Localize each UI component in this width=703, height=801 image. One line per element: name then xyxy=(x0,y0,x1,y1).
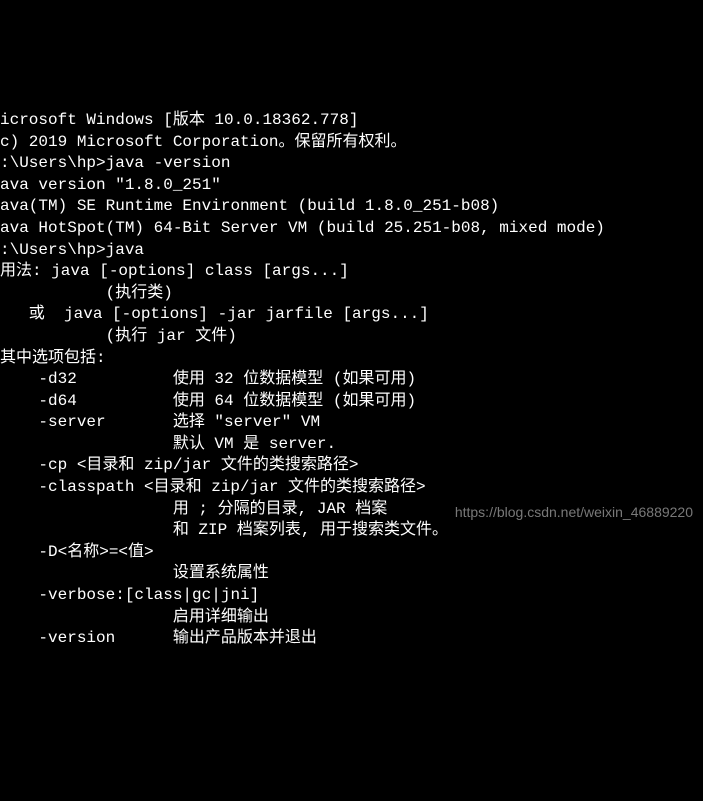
watermark-text: https://blog.csdn.net/weixin_46889220 xyxy=(455,503,693,522)
terminal-line: 或 java [-options] -jar jarfile [args...] xyxy=(0,304,703,326)
terminal-line: -classpath <目录和 zip/jar 文件的类搜索路径> xyxy=(0,477,703,499)
terminal-line: -cp <目录和 zip/jar 文件的类搜索路径> xyxy=(0,455,703,477)
terminal-line: ava version "1.8.0_251" xyxy=(0,175,703,197)
terminal-line: :\Users\hp>java xyxy=(0,240,703,262)
terminal-line: -server 选择 "server" VM xyxy=(0,412,703,434)
terminal-line: 设置系统属性 xyxy=(0,563,703,585)
terminal-line: 默认 VM 是 server. xyxy=(0,434,703,456)
terminal-line: ava(TM) SE Runtime Environment (build 1.… xyxy=(0,196,703,218)
terminal-line: 和 ZIP 档案列表, 用于搜索类文件。 xyxy=(0,520,703,542)
terminal-line: -verbose:[class|gc|jni] xyxy=(0,585,703,607)
terminal-line: -version 输出产品版本并退出 xyxy=(0,628,703,650)
terminal-output[interactable]: icrosoft Windows [版本 10.0.18362.778]c) 2… xyxy=(0,86,703,649)
terminal-line: 启用详细输出 xyxy=(0,607,703,629)
terminal-line: -D<名称>=<值> xyxy=(0,542,703,564)
terminal-line: -d64 使用 64 位数据模型 (如果可用) xyxy=(0,391,703,413)
terminal-line: :\Users\hp>java -version xyxy=(0,153,703,175)
terminal-line: (执行 jar 文件) xyxy=(0,326,703,348)
terminal-line: (执行类) xyxy=(0,283,703,305)
terminal-line: -d32 使用 32 位数据模型 (如果可用) xyxy=(0,369,703,391)
terminal-line: icrosoft Windows [版本 10.0.18362.778] xyxy=(0,110,703,132)
terminal-line: ava HotSpot(TM) 64-Bit Server VM (build … xyxy=(0,218,703,240)
terminal-line: c) 2019 Microsoft Corporation。保留所有权利。 xyxy=(0,132,703,154)
terminal-line: 其中选项包括: xyxy=(0,348,703,370)
terminal-line: 用法: java [-options] class [args...] xyxy=(0,261,703,283)
